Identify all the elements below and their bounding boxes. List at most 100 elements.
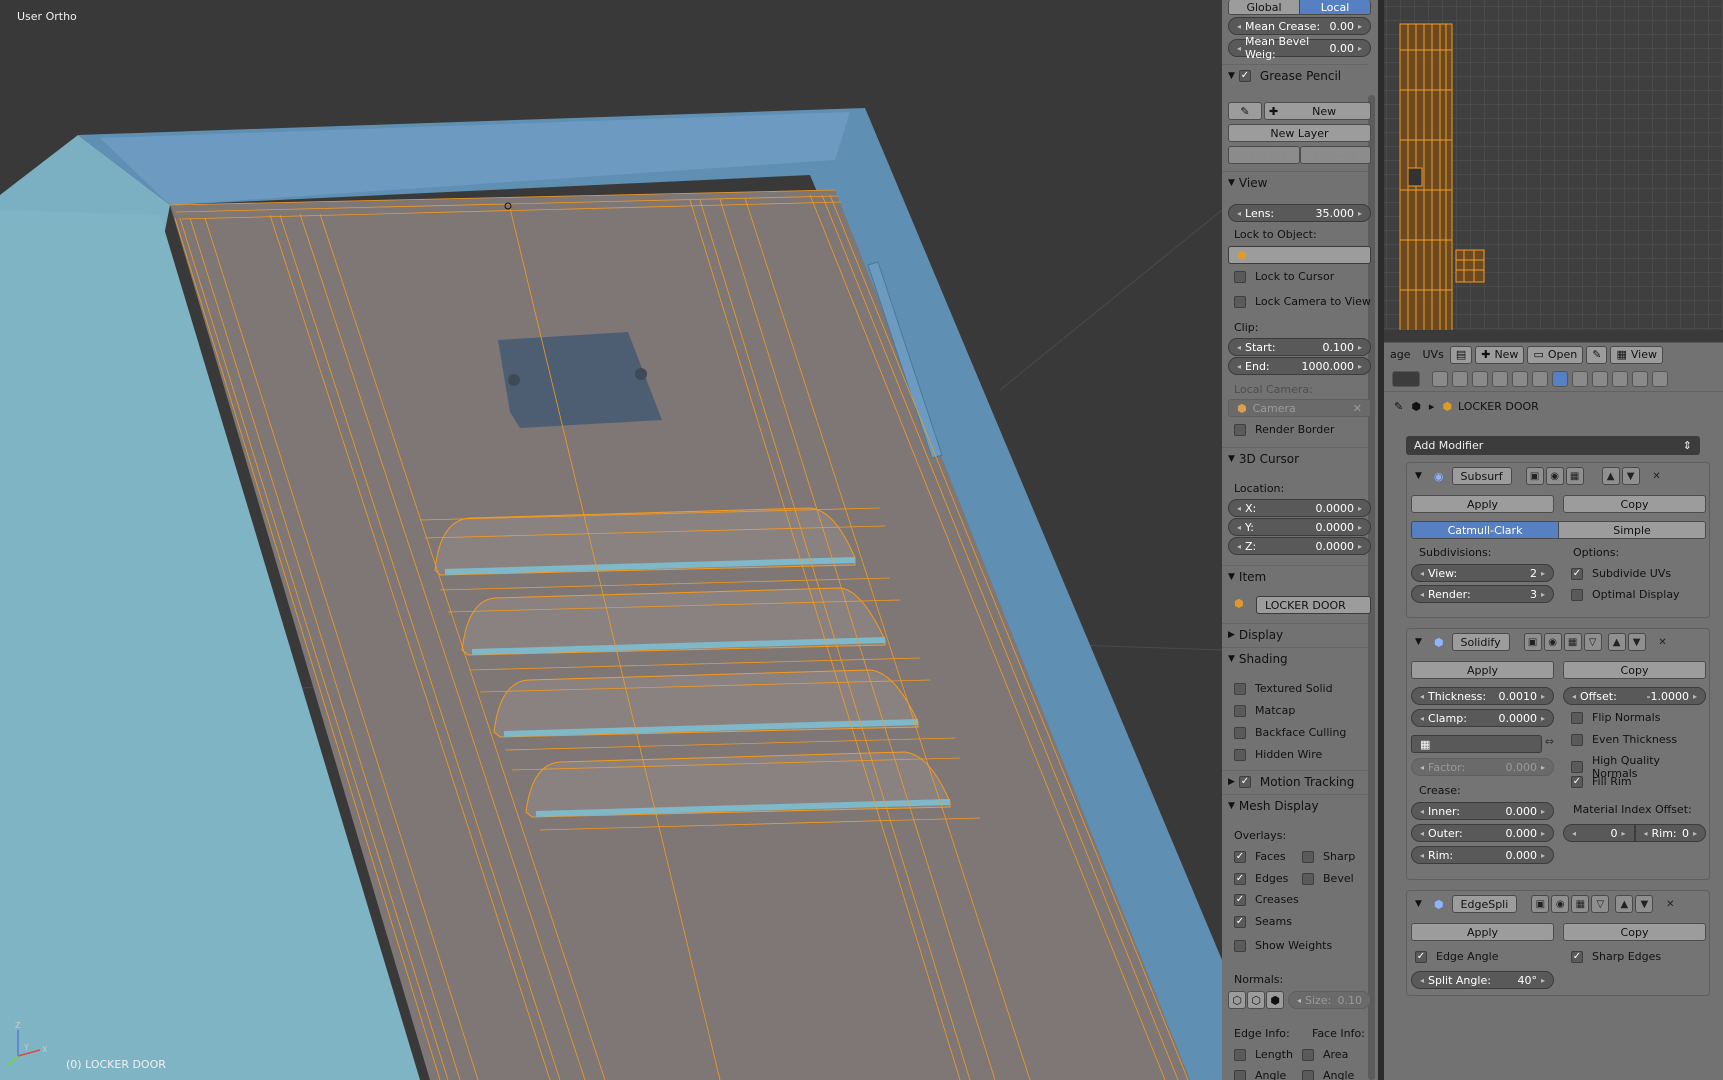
grease-pencil-header[interactable]: ▼ ✓ Grease Pencil	[1222, 64, 1368, 86]
fill-rim-checkbox[interactable]: ✓ Fill Rim	[1571, 775, 1632, 788]
inner-field[interactable]: ◂ Inner: 0.000 ▸	[1411, 802, 1554, 820]
render-toggle-icon[interactable]: ▣	[1525, 467, 1544, 485]
shading-header[interactable]: ▼ Shading	[1222, 647, 1368, 669]
material-tab-icon[interactable]	[1592, 370, 1608, 387]
material-offset-field[interactable]: ◂ 0 ▸	[1563, 824, 1635, 842]
lock-to-cursor-checkbox[interactable]: Lock to Cursor	[1234, 270, 1334, 283]
move-up-icon[interactable]: ▲	[1601, 467, 1620, 485]
invert-icon[interactable]: ⇔	[1545, 735, 1554, 753]
data-tab-icon[interactable]	[1572, 370, 1588, 387]
move-down-icon[interactable]: ▼	[1621, 467, 1640, 485]
split-angle-field[interactable]: ◂ Split Angle: 40° ▸	[1411, 971, 1554, 989]
delete-frame-button[interactable]: Delete Fra...	[1228, 146, 1300, 164]
close-icon[interactable]: ✕	[1654, 633, 1672, 651]
hidden-wire-checkbox[interactable]: Hidden Wire	[1234, 748, 1322, 761]
object-tab-icon[interactable]	[1512, 370, 1528, 387]
faces-checkbox[interactable]: ✓ Faces	[1234, 850, 1286, 863]
move-up-icon[interactable]: ▲	[1615, 895, 1634, 913]
grease-new-button[interactable]: ✚ New	[1264, 102, 1371, 120]
transform-orientation-toggle[interactable]: Global Local	[1228, 0, 1371, 15]
lock-object-field[interactable]: ⬢	[1228, 246, 1371, 264]
lock-camera-checkbox[interactable]: Lock Camera to View	[1234, 295, 1371, 308]
constraints-tab-icon[interactable]	[1532, 370, 1548, 387]
face-normals-icon[interactable]: ⬢	[1266, 991, 1284, 1009]
expand-icon[interactable]: ▼	[1415, 899, 1422, 909]
close-icon[interactable]: ✕	[1353, 402, 1362, 415]
mean-bevel-field[interactable]: ◂ Mean Bevel Weig: 0.00 ▸	[1228, 35, 1371, 61]
3d-viewport[interactable]: Z X Y User Ortho (0) LOCKER DOOR	[0, 0, 1222, 1080]
viewport-toggle-icon[interactable]: ◉	[1543, 633, 1562, 651]
vertex-group-field[interactable]: ▦	[1411, 735, 1542, 753]
grease-pencil-checkbox[interactable]: ✓	[1238, 69, 1251, 82]
show-weights-checkbox[interactable]: Show Weights	[1234, 939, 1332, 952]
subsurf-copy-button[interactable]: Copy	[1563, 495, 1706, 513]
pencil-icon[interactable]: ✎	[1228, 102, 1262, 120]
display-header[interactable]: ▶ Display	[1222, 623, 1368, 645]
thickness-field[interactable]: ◂ Thickness: 0.0010 ▸	[1411, 687, 1554, 705]
editmode-toggle-icon[interactable]: ▦	[1563, 633, 1582, 651]
edgesplit-copy-button[interactable]: Copy	[1563, 923, 1706, 941]
backface-checkbox[interactable]: Backface Culling	[1234, 726, 1346, 739]
move-down-icon[interactable]: ▼	[1627, 633, 1646, 651]
solidify-apply-button[interactable]: Apply	[1411, 661, 1554, 679]
particles-tab-icon[interactable]	[1632, 370, 1648, 387]
mean-crease-field[interactable]: ◂ Mean Crease: 0.00 ▸	[1228, 17, 1371, 35]
render-toggle-icon[interactable]: ▣	[1523, 633, 1542, 651]
catmull-clark-option[interactable]: Catmull-Clark	[1412, 522, 1558, 538]
sharp-edges-checkbox[interactable]: ✓ Sharp Edges	[1571, 950, 1661, 963]
motion-tracking-checkbox[interactable]: ✓	[1238, 775, 1251, 788]
render-border-checkbox[interactable]: Render Border	[1234, 423, 1335, 436]
edgesplit-name-field[interactable]: EdgeSpli	[1451, 895, 1518, 913]
render-tab-icon[interactable]	[1432, 370, 1448, 387]
editmode-toggle-icon[interactable]: ▦	[1565, 467, 1584, 485]
modifiers-tab-icon[interactable]	[1552, 370, 1568, 387]
render-toggle-icon[interactable]: ▣	[1531, 895, 1550, 913]
normal-size-field[interactable]: ◂ Size: 0.10	[1288, 991, 1371, 1009]
motion-tracking-header[interactable]: ▶ ✓ Motion Tracking	[1222, 770, 1368, 792]
subdivide-uvs-checkbox[interactable]: ✓ Subdivide UVs	[1571, 567, 1671, 580]
solidify-name-field[interactable]: Solidify	[1451, 633, 1510, 651]
subdivision-type-toggle[interactable]: Catmull-Clark Simple	[1411, 521, 1706, 539]
texture-tab-icon[interactable]	[1612, 370, 1628, 387]
creases-checkbox[interactable]: ✓ Creases	[1234, 893, 1299, 906]
offset-field[interactable]: ◂ Offset: -1.0000 ▸	[1563, 687, 1706, 705]
uv-open-button[interactable]: ▭ Open	[1527, 345, 1584, 364]
angle-checkbox[interactable]: Angle	[1234, 1069, 1286, 1080]
matcap-checkbox[interactable]: Matcap	[1234, 704, 1295, 717]
lens-field[interactable]: ◂ Lens: 35.000 ▸	[1228, 204, 1371, 222]
cursor-header[interactable]: ▼ 3D Cursor	[1222, 447, 1368, 469]
factor-field[interactable]: ◂ Factor: 0.000 ▸	[1411, 758, 1554, 776]
new-layer-button[interactable]: New Layer	[1228, 124, 1371, 142]
tab-local[interactable]: Local	[1299, 0, 1370, 14]
image-browse-icon[interactable]: ▤	[1449, 345, 1473, 364]
viewport-toggle-icon[interactable]: ◉	[1545, 467, 1564, 485]
clamp-field[interactable]: ◂ Clamp: 0.0000 ▸	[1411, 709, 1554, 727]
close-icon[interactable]: ✕	[1648, 467, 1666, 485]
clip-start-field[interactable]: ◂ Start: 0.100 ▸	[1228, 338, 1371, 356]
material-rim-field[interactable]: ◂ Rim: 0 ▸	[1634, 824, 1706, 842]
close-icon[interactable]: ✕	[1661, 895, 1679, 913]
length-checkbox[interactable]: Length	[1234, 1048, 1293, 1061]
subsurf-apply-button[interactable]: Apply	[1411, 495, 1554, 513]
world-tab-icon[interactable]	[1492, 370, 1508, 387]
even-thickness-checkbox[interactable]: Even Thickness	[1571, 733, 1677, 746]
camera-field[interactable]: ⬢ Camera ✕	[1228, 399, 1371, 417]
solidify-copy-button[interactable]: Copy	[1563, 661, 1706, 679]
move-up-icon[interactable]: ▲	[1607, 633, 1626, 651]
uv-editor[interactable]	[1384, 0, 1723, 330]
view-header[interactable]: ▼ View	[1222, 171, 1368, 193]
pin-icon[interactable]: ✎	[1586, 345, 1608, 364]
convert-button[interactable]: Convert	[1299, 146, 1371, 164]
render-layers-tab-icon[interactable]	[1452, 370, 1468, 387]
uvs-menu[interactable]: UVs	[1423, 348, 1444, 361]
clip-end-field[interactable]: ◂ End: 1000.000 ▸	[1228, 357, 1371, 375]
physics-tab-icon[interactable]	[1652, 370, 1668, 387]
add-modifier-dropdown[interactable]: Add Modifier ⇕	[1406, 436, 1700, 455]
tab-global[interactable]: Global	[1229, 0, 1299, 14]
pin-icon[interactable]: ✎	[1394, 400, 1403, 413]
split-normals-icon[interactable]: ⬡	[1247, 991, 1265, 1009]
shelf-scrollbar[interactable]	[1368, 95, 1375, 1080]
move-down-icon[interactable]: ▼	[1635, 895, 1654, 913]
scene-tab-icon[interactable]	[1472, 370, 1488, 387]
sharp-checkbox[interactable]: Sharp	[1302, 850, 1355, 863]
